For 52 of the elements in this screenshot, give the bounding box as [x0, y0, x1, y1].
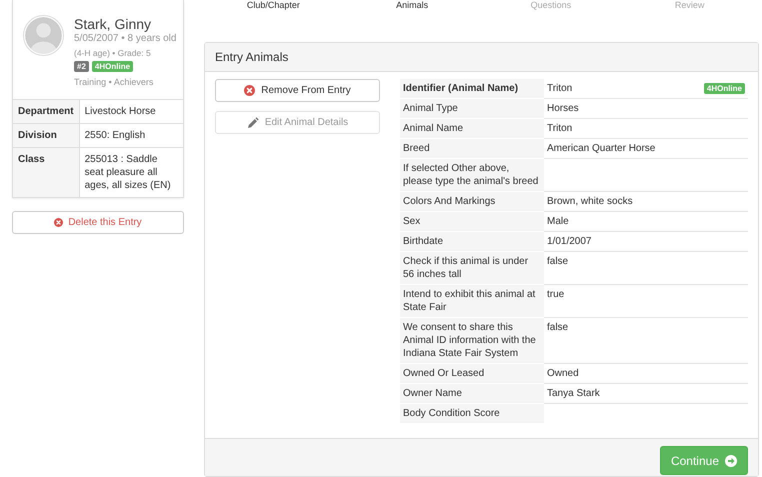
detail-label: Check if this animal is under 56 inches tall [400, 252, 544, 284]
detail-label: Breed [400, 138, 544, 158]
avatar [23, 15, 64, 56]
entry-label: Department [13, 100, 80, 124]
detail-label: Animal Type [400, 98, 544, 118]
step-label[interactable]: Club/Chapter [246, 0, 300, 10]
entry-value: 2550: English [79, 124, 183, 148]
delete-icon [54, 218, 64, 227]
entry-value: Livestock Horse [79, 100, 183, 124]
detail-value: 1/01/2007 [547, 236, 592, 247]
detail-value: Owned [547, 368, 579, 379]
detail-label: If selected Other above, please type the animal's breed [400, 158, 544, 192]
detail-label: We consent to share this Animal ID information with the Indiana State Fair System [400, 318, 544, 364]
detail-label: Sex [400, 212, 544, 232]
entry-label: Class [13, 148, 80, 197]
member-groups: Training • Achievers [74, 75, 154, 89]
member-name: Stark, Ginny [74, 16, 152, 32]
detail-value: Tanya Stark [547, 388, 600, 399]
panel-title: Entry Animals [215, 50, 288, 64]
detail-value: false [547, 322, 568, 333]
detail-label: Owned Or Leased [400, 364, 544, 384]
pencil-icon [246, 116, 259, 128]
detail-value: Male [547, 216, 569, 227]
detail-value: Horses [547, 103, 579, 114]
continue-button[interactable]: Continue [660, 446, 748, 475]
detail-label: Owner Name [400, 384, 544, 404]
detail-label: Animal Name [400, 118, 544, 138]
detail-label: Colors And Markings [400, 192, 544, 212]
step-label[interactable]: Review [674, 0, 704, 10]
source-badge: 4HOnline [704, 83, 745, 94]
close-icon [244, 85, 256, 96]
detail-value: Triton [547, 123, 572, 134]
detail-value: true [547, 289, 564, 300]
detail-label: Birthdate [400, 232, 544, 252]
detail-value: Triton [547, 82, 572, 95]
step-label[interactable]: Animals [396, 0, 428, 10]
number-badge: #2 [74, 61, 89, 72]
remove-button[interactable]: Remove From Entry [215, 79, 380, 102]
detail-value: false [547, 256, 568, 267]
detail-label: Identifier (Animal Name) [400, 79, 544, 98]
detail-value: American Quarter Horse [547, 143, 656, 154]
step-label[interactable]: Questions [530, 0, 572, 10]
member-birth: 5/05/2007 • 8 years old [74, 32, 176, 46]
detail-label: Intend to exhibit this animal at State Fair [400, 284, 544, 318]
detail-value: Brown, white socks [547, 196, 633, 207]
source-badge: 4HOnline [92, 61, 134, 72]
arrow-right-icon [725, 454, 737, 466]
entry-label: Division [13, 124, 80, 148]
entry-value: 255013 : Saddle seat pleasure all ages, all sizes (EN) [79, 148, 183, 197]
delete-entry-button[interactable]: Delete this Entry [12, 211, 184, 234]
member-age: (4-H age) • Grade: 5 [74, 48, 151, 58]
detail-label: Body Condition Score [400, 404, 544, 423]
